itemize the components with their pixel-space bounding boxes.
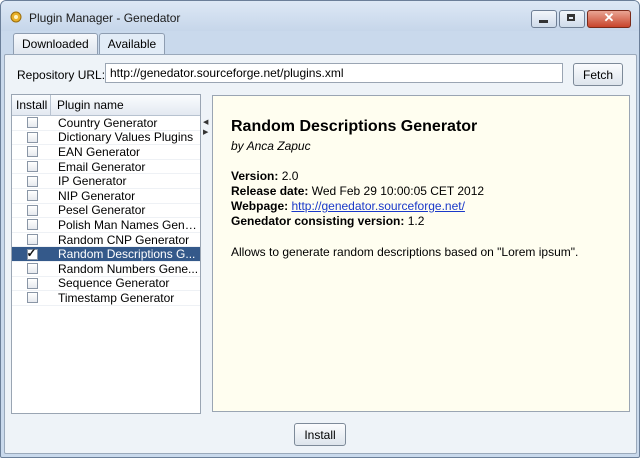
install-cell bbox=[12, 175, 52, 187]
plugin-author: by Anca Zapuc bbox=[231, 139, 311, 153]
install-cell: ✓ bbox=[12, 245, 52, 260]
minimize-button[interactable] bbox=[531, 10, 557, 28]
plugin-row[interactable]: Dictionary Values Plugins bbox=[12, 130, 200, 146]
plugin-name: Random Descriptions G... bbox=[58, 247, 196, 262]
app-gear-icon bbox=[10, 11, 22, 23]
repository-url-input[interactable] bbox=[105, 63, 563, 83]
plugin-row[interactable]: NIP Generator bbox=[12, 189, 200, 204]
install-column-header[interactable]: Install bbox=[12, 95, 51, 115]
version-value: 2.0 bbox=[281, 169, 299, 183]
install-cell bbox=[12, 117, 52, 129]
plugin-name: Sequence Generator bbox=[58, 276, 170, 291]
install-checkbox[interactable] bbox=[26, 117, 38, 129]
plugin-list: Install Plugin name Country Generator Dic… bbox=[11, 94, 201, 414]
install-checkbox[interactable] bbox=[26, 219, 38, 231]
release-date-line: Release date: Wed Feb 29 10:00:05 CET 20… bbox=[231, 184, 484, 198]
plugin-name: Dictionary Values Plugins bbox=[58, 130, 194, 145]
install-checkbox[interactable] bbox=[26, 161, 38, 173]
plugin-row[interactable]: Pesel Generator bbox=[12, 203, 200, 219]
plugin-name: Random CNP Generator bbox=[58, 232, 190, 247]
fetch-button[interactable]: Fetch bbox=[573, 63, 623, 86]
consisting-version-label: Genedator consisting version: bbox=[231, 214, 405, 228]
version-label: Version: bbox=[231, 169, 279, 183]
consisting-version-value: 1.2 bbox=[407, 214, 425, 228]
plugin-details-panel: Random Descriptions Generator by Anca Za… bbox=[212, 95, 630, 412]
plugin-manager-window: Plugin Manager - Genedator ✕ Downloaded … bbox=[0, 0, 640, 458]
install-cell bbox=[12, 219, 52, 231]
plugin-row[interactable]: Random CNP Generator bbox=[12, 233, 200, 248]
plugin-name-column-header[interactable]: Plugin name bbox=[51, 95, 200, 115]
plugin-name: IP Generator bbox=[58, 174, 127, 189]
webpage-label: Webpage: bbox=[231, 199, 289, 213]
tab-downloaded[interactable]: Downloaded bbox=[13, 33, 98, 54]
webpage-line: Webpage: http://genedator.sourceforge.ne… bbox=[231, 199, 465, 213]
split-pane-divider[interactable]: ◀ ▶ bbox=[201, 94, 211, 412]
tab-bar: Downloaded Available bbox=[13, 33, 166, 55]
install-cell bbox=[12, 131, 52, 143]
plugin-name: Random Numbers Gene... bbox=[58, 261, 199, 276]
plugin-list-header: Install Plugin name bbox=[12, 95, 200, 116]
release-date-label: Release date: bbox=[231, 184, 309, 198]
expand-right-icon[interactable]: ▶ bbox=[203, 128, 208, 136]
close-button[interactable]: ✕ bbox=[587, 10, 631, 28]
install-checkbox[interactable]: ✓ bbox=[26, 245, 38, 260]
install-cell bbox=[12, 204, 52, 216]
plugin-name: NIP Generator bbox=[58, 188, 136, 203]
minimize-icon bbox=[539, 20, 548, 23]
plugin-name: Timestamp Generator bbox=[58, 290, 175, 305]
version-line: Version: 2.0 bbox=[231, 169, 298, 183]
plugin-row[interactable]: Timestamp Generator bbox=[12, 291, 200, 306]
plugin-row[interactable]: Random Numbers Gene... bbox=[12, 262, 200, 277]
plugin-name: EAN Generator bbox=[58, 144, 141, 159]
consisting-version-line: Genedator consisting version: 1.2 bbox=[231, 214, 424, 228]
install-cell bbox=[12, 146, 52, 158]
install-cell bbox=[12, 277, 52, 289]
plugin-row[interactable]: Polish Man Names Gene... bbox=[12, 218, 200, 233]
available-tab-panel: Repository URL: Fetch Install Plugin nam… bbox=[4, 54, 637, 454]
checkmark-icon: ✓ bbox=[26, 245, 37, 260]
maximize-button[interactable] bbox=[559, 10, 585, 28]
plugin-list-rows: Country Generator Dictionary Values Plugi… bbox=[12, 116, 200, 306]
release-date-value: Wed Feb 29 10:00:05 CET 2012 bbox=[311, 184, 485, 198]
plugin-row[interactable]: Sequence Generator bbox=[12, 276, 200, 292]
plugin-row[interactable]: EAN Generator bbox=[12, 145, 200, 160]
plugin-name: Polish Man Names Gene... bbox=[58, 217, 200, 232]
maximize-icon bbox=[567, 14, 575, 21]
install-checkbox[interactable] bbox=[26, 277, 38, 289]
tab-available[interactable]: Available bbox=[98, 33, 166, 55]
plugin-title: Random Descriptions Generator bbox=[231, 118, 478, 135]
webpage-link[interactable]: http://genedator.sourceforge.net/ bbox=[291, 199, 464, 213]
plugin-name: Pesel Generator bbox=[58, 203, 146, 218]
install-checkbox[interactable] bbox=[26, 292, 38, 304]
window-controls: ✕ bbox=[529, 10, 631, 28]
window-title: Plugin Manager - Genedator bbox=[29, 11, 181, 25]
install-checkbox[interactable] bbox=[26, 146, 38, 158]
plugin-row[interactable]: Email Generator bbox=[12, 160, 200, 175]
plugin-row[interactable]: Country Generator bbox=[12, 116, 200, 131]
install-checkbox[interactable] bbox=[26, 175, 38, 187]
install-checkbox[interactable] bbox=[26, 131, 38, 143]
collapse-left-icon[interactable]: ◀ bbox=[203, 118, 208, 126]
install-checkbox[interactable] bbox=[26, 263, 38, 275]
install-cell bbox=[12, 190, 52, 202]
plugin-name: Country Generator bbox=[58, 115, 158, 130]
install-checkbox[interactable] bbox=[26, 190, 38, 202]
install-cell bbox=[12, 292, 52, 304]
title-bar[interactable]: Plugin Manager - Genedator ✕ bbox=[1, 1, 639, 31]
close-icon: ✕ bbox=[603, 10, 615, 25]
install-checkbox[interactable] bbox=[26, 234, 38, 246]
install-checkbox[interactable] bbox=[26, 204, 38, 216]
repository-url-label: Repository URL: bbox=[17, 68, 106, 82]
plugin-name: Email Generator bbox=[58, 159, 146, 174]
plugin-row[interactable]: ✓ Random Descriptions G... bbox=[12, 245, 200, 262]
install-cell bbox=[12, 263, 52, 275]
install-button[interactable]: Install bbox=[294, 423, 346, 446]
plugin-row[interactable]: IP Generator bbox=[12, 174, 200, 189]
install-cell bbox=[12, 234, 52, 246]
install-cell bbox=[12, 161, 52, 173]
plugin-description: Allows to generate random descriptions b… bbox=[231, 245, 579, 259]
